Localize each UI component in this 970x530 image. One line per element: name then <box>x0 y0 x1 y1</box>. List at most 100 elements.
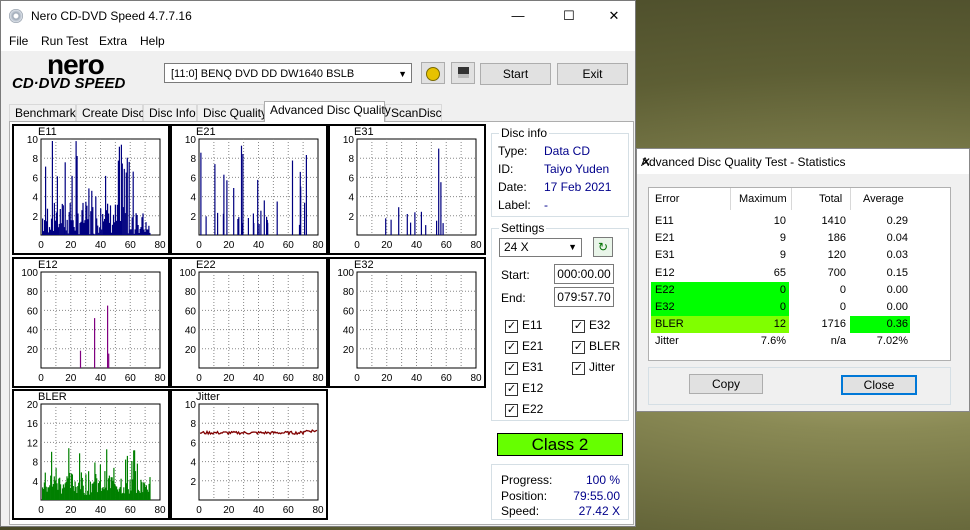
y-tick-label: 40 <box>185 326 197 337</box>
statistics-dialog: Advanced Disc Quality Test - Statistics … <box>636 148 970 412</box>
save-button[interactable] <box>451 62 475 84</box>
minimize-button[interactable]: — <box>495 1 541 31</box>
x-tick-label: 0 <box>38 240 44 251</box>
tab-disc-quality[interactable]: Disc Quality <box>197 104 267 122</box>
drive-info-button[interactable] <box>421 62 445 84</box>
statistics-row: E22 0 0 0.00 <box>649 281 950 299</box>
settings-caption: Settings <box>499 221 547 235</box>
x-tick-label: 0 <box>196 505 202 516</box>
y-tick-label: 4 <box>190 458 196 469</box>
tab-create-disc[interactable]: Create Disc <box>76 104 145 122</box>
y-tick-label: 10 <box>185 400 197 411</box>
cell-total: 186 <box>827 232 846 245</box>
x-tick-label: 40 <box>253 505 265 516</box>
cell-error: E12 <box>655 266 675 279</box>
cell-total: 1410 <box>821 215 846 227</box>
y-tick-label: 8 <box>190 419 196 430</box>
drive-select-value: [11:0] BENQ DVD DD DW1640 BSLB <box>171 68 355 80</box>
tab-scandisc[interactable]: ScanDisc <box>385 104 442 122</box>
checkbox-e21[interactable]: ✓ <box>505 341 518 354</box>
start-time-input[interactable]: 000:00.00 <box>554 264 614 284</box>
speed-select[interactable]: 24 X ▼ <box>499 238 582 257</box>
series-bar <box>46 208 49 235</box>
drive-select[interactable]: [11:0] BENQ DVD DD DW1640 BSLB ▼ <box>164 63 412 83</box>
title-bar[interactable]: Nero CD-DVD Speed 4.7.7.16 — ☐ ✕ <box>1 1 635 31</box>
cell-average: 0.03 <box>886 249 908 262</box>
x-tick-label: 0 <box>354 240 360 251</box>
date-label: Date: <box>498 180 527 194</box>
series-bar <box>79 350 82 368</box>
copy-button[interactable]: Copy <box>689 374 763 394</box>
checkbox-e31[interactable]: ✓ <box>505 362 518 375</box>
refresh-speed-button[interactable]: ↻ <box>593 237 613 257</box>
cell-total: 700 <box>827 266 846 279</box>
app-disc-icon <box>9 9 23 23</box>
tab-benchmark[interactable]: Benchmark <box>9 104 76 122</box>
y-tick-label: 8 <box>32 154 38 165</box>
series-bar <box>205 216 207 235</box>
exit-button[interactable]: Exit <box>557 63 628 85</box>
progress-group: Progress: 100 % Position: 79:55.00 Speed… <box>491 464 629 520</box>
y-tick-label: 20 <box>185 345 197 356</box>
menu-extra[interactable]: Extra <box>99 34 127 48</box>
menu-help[interactable]: Help <box>140 34 165 48</box>
end-label: End: <box>501 291 526 305</box>
x-tick-label: 0 <box>196 373 202 384</box>
cell-error: BLER <box>655 318 684 331</box>
y-tick-label: 8 <box>348 154 354 165</box>
x-tick-label: 20 <box>223 240 235 251</box>
cell-average: 0.00 <box>886 301 908 313</box>
x-tick-label: 60 <box>283 373 295 384</box>
y-tick-label: 4 <box>348 193 354 204</box>
y-tick-label: 100 <box>21 268 38 279</box>
x-tick-label: 60 <box>125 240 137 251</box>
cell-average: 0.29 <box>886 215 908 227</box>
tab-advanced-disc-quality[interactable]: Advanced Disc Quality <box>264 101 391 122</box>
start-button[interactable]: Start <box>480 63 551 85</box>
maximize-button[interactable]: ☐ <box>546 1 592 31</box>
id-value: Taiyo Yuden <box>544 162 610 176</box>
start-label: Start: <box>501 268 530 282</box>
series-bar <box>258 224 260 235</box>
checkbox-label: E31 <box>522 360 544 374</box>
checkbox-e12[interactable]: ✓ <box>505 383 518 396</box>
x-tick-label: 20 <box>65 373 77 384</box>
checkbox-e22[interactable]: ✓ <box>505 404 518 417</box>
col-divider <box>850 188 851 210</box>
menu-file[interactable]: File <box>9 34 28 48</box>
disc-info-icon <box>426 67 440 81</box>
end-time-input[interactable]: 079:57.70 <box>554 287 614 307</box>
checkbox-e11[interactable]: ✓ <box>505 320 518 333</box>
date-value: 17 Feb 2021 <box>544 180 612 194</box>
statistics-title-bar[interactable]: Advanced Disc Quality Test - Statistics … <box>637 149 969 174</box>
id-label: ID: <box>498 162 514 176</box>
checkbox-jitter[interactable]: ✓ <box>572 362 585 375</box>
speed-select-value: 24 X <box>504 240 529 254</box>
series-bar <box>233 188 235 235</box>
statistics-table: Error Maximum Total Average E11 10 1410 0.2… <box>648 187 951 361</box>
y-tick-label: 8 <box>32 458 38 469</box>
statistics-row: E31 9 120 0.03 <box>649 247 950 264</box>
checkbox-bler[interactable]: ✓ <box>572 341 585 354</box>
graph-bler: BLER 20 16 12 8 4 0 20 40 60 80 <box>12 389 170 520</box>
y-tick-label: 4 <box>32 477 38 488</box>
x-tick-label: 0 <box>354 373 360 384</box>
checkbox-e32[interactable]: ✓ <box>572 320 585 333</box>
chevron-down-icon: ▼ <box>398 69 407 79</box>
x-tick-label: 60 <box>125 505 137 516</box>
graph-e31: E31 10 8 6 4 2 0 20 40 60 80 <box>328 124 486 255</box>
close-dialog-button[interactable]: Close <box>841 375 917 395</box>
disc-label-label: Label: <box>498 198 531 212</box>
statistics-close-icon[interactable]: ✕ <box>641 155 963 169</box>
class-result-badge: Class 2 <box>497 433 623 456</box>
series-bar <box>247 218 249 235</box>
tab-disc-info[interactable]: Disc Info <box>143 104 197 122</box>
series-bar <box>442 223 444 235</box>
close-button[interactable]: ✕ <box>591 1 637 31</box>
menu-run-test[interactable]: Run Test <box>41 34 88 48</box>
y-tick-label: 100 <box>337 268 354 279</box>
series-bar <box>305 155 307 235</box>
window-title: Nero CD-DVD Speed 4.7.7.16 <box>31 9 192 23</box>
cell-total: 120 <box>827 249 846 262</box>
graph-plot: 100 80 60 40 20 0 20 40 60 80 <box>21 268 166 384</box>
